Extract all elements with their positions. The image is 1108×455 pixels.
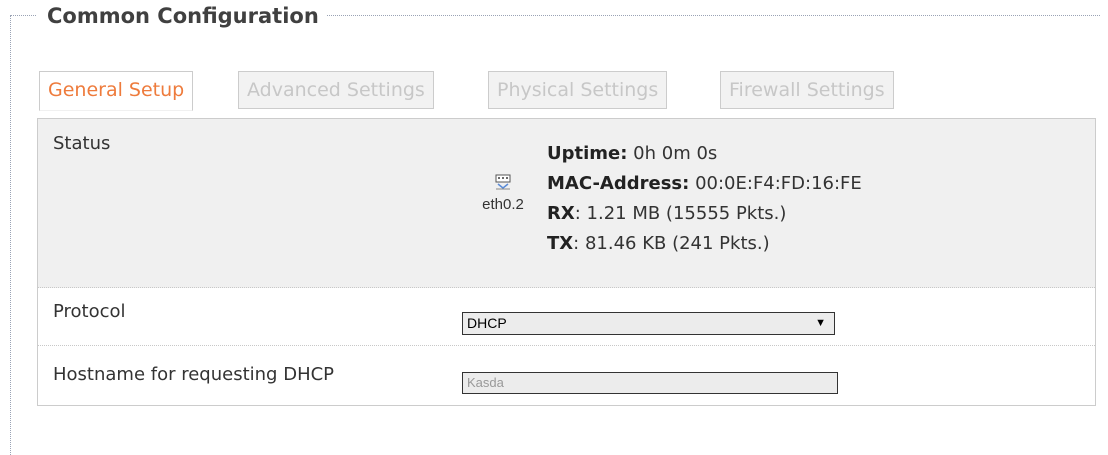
tab-physical-settings[interactable]: Physical Settings <box>488 71 668 109</box>
device-name: eth0.2 <box>482 196 524 213</box>
tab-advanced-settings[interactable]: Advanced Settings <box>238 71 434 109</box>
mac-value: 00:0E:F4:FD:16:FE <box>689 173 862 194</box>
uptime-value: 0h 0m 0s <box>627 143 718 164</box>
tx-label: TX <box>547 233 574 254</box>
tab-firewall-settings[interactable]: Firewall Settings <box>720 71 894 109</box>
section-title: Common Configuration <box>37 1 327 31</box>
hostname-placeholder: Kasda <box>467 375 504 390</box>
status-details: Uptime: 0h 0m 0s MAC-Address: 00:0E:F4:F… <box>547 139 862 259</box>
rx-line: RX: 1.21 MB (15555 Pkts.) <box>547 199 862 229</box>
hostname-row: Hostname for requesting DHCP Kasda <box>38 346 1095 405</box>
protocol-label: Protocol <box>53 301 126 322</box>
hostname-input[interactable]: Kasda <box>462 372 838 394</box>
status-row: Status eth0.2 Uptime: 0h 0m 0s MAC-Addre… <box>38 119 1095 288</box>
device-info: eth0.2 <box>458 174 548 214</box>
protocol-select[interactable]: DHCP ▼ <box>462 312 835 335</box>
general-setup-panel: Status eth0.2 Uptime: 0h 0m 0s MAC-Addre… <box>37 118 1096 406</box>
mac-label: MAC-Address: <box>547 173 690 194</box>
mac-line: MAC-Address: 00:0E:F4:FD:16:FE <box>547 169 862 199</box>
uptime-label: Uptime: <box>547 143 628 164</box>
protocol-selected-value: DHCP <box>467 315 507 331</box>
chevron-down-icon: ▼ <box>815 317 826 329</box>
hostname-label: Hostname for requesting DHCP <box>53 364 335 385</box>
tab-general-setup[interactable]: General Setup <box>39 71 194 111</box>
rx-value: : 1.21 MB (15555 Pkts.) <box>574 203 787 224</box>
rx-label: RX <box>547 203 575 224</box>
tx-line: TX: 81.46 KB (241 Pkts.) <box>547 229 862 259</box>
ethernet-port-icon <box>495 174 511 190</box>
protocol-row: Protocol DHCP ▼ <box>38 288 1095 346</box>
uptime-line: Uptime: 0h 0m 0s <box>547 139 862 169</box>
tx-value: : 81.46 KB (241 Pkts.) <box>573 233 770 254</box>
status-label: Status <box>53 133 111 154</box>
